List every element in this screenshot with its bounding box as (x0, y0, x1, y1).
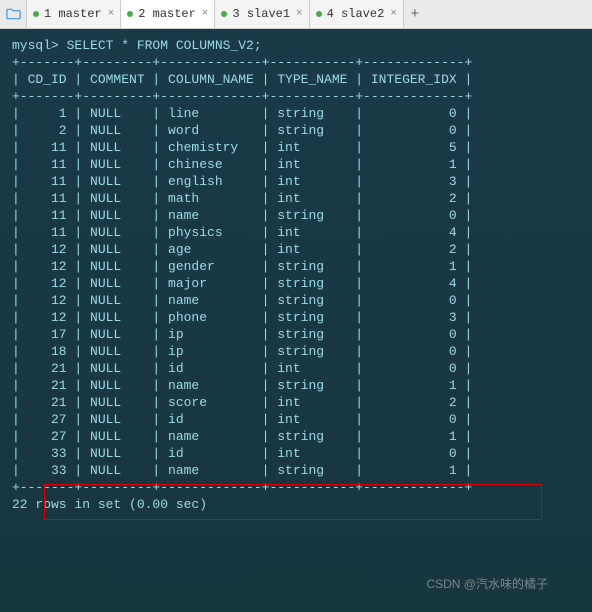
dot-icon (127, 11, 133, 17)
prompt: mysql> (12, 38, 67, 53)
query-text: SELECT * FROM COLUMNS_V2; (67, 38, 262, 53)
tab-4-slave2[interactable]: 4 slave2 × (310, 0, 404, 28)
tab-3-slave1[interactable]: 3 slave1 × (215, 0, 309, 28)
tab-label: 1 master (44, 7, 102, 21)
dot-icon (316, 11, 322, 17)
folder-icon[interactable] (0, 0, 27, 28)
dot-icon (221, 11, 227, 17)
table-output: +-------+---------+-------------+-------… (12, 55, 472, 495)
close-icon[interactable]: × (390, 8, 397, 20)
tab-label: 4 slave2 (327, 7, 385, 21)
close-icon[interactable]: × (202, 8, 209, 20)
tab-label: 3 slave1 (232, 7, 290, 21)
close-icon[interactable]: × (296, 8, 303, 20)
add-tab-button[interactable]: + (404, 6, 426, 23)
watermark: CSDN @汽水味的橘子 (426, 576, 548, 593)
terminal-output[interactable]: mysql> SELECT * FROM COLUMNS_V2; +------… (0, 29, 592, 612)
result-summary: 22 rows in set (0.00 sec) (12, 497, 207, 512)
tab-2-master[interactable]: 2 master × (121, 0, 215, 28)
tabs-container: 1 master × 2 master × 3 slave1 × 4 slave2 × (27, 0, 404, 28)
dot-icon (33, 11, 39, 17)
tab-label: 2 master (138, 7, 196, 21)
close-icon[interactable]: × (108, 8, 115, 20)
tab-1-master[interactable]: 1 master × (27, 0, 121, 28)
tab-bar: 1 master × 2 master × 3 slave1 × 4 slave2 × + (0, 0, 592, 29)
